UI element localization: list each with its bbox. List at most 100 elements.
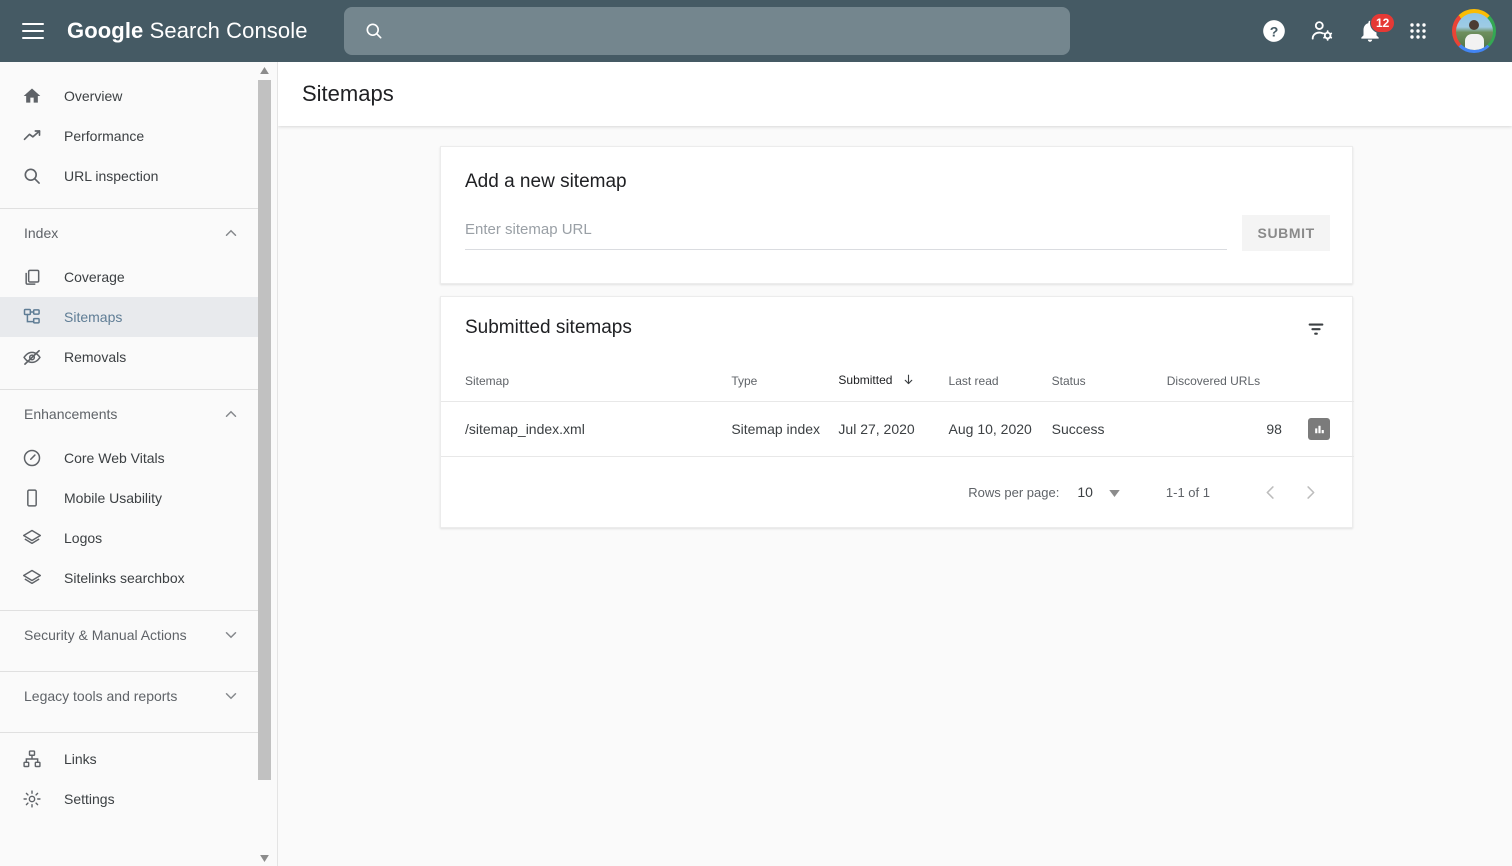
- column-header-sitemap[interactable]: Sitemap: [441, 359, 731, 402]
- apps-grid-icon[interactable]: [1394, 7, 1442, 55]
- sidebar-divider: [0, 732, 260, 733]
- chevron-down-icon: [222, 687, 240, 705]
- sitemap-url-field[interactable]: [465, 221, 1227, 250]
- sidebar-item-label: Sitemaps: [64, 309, 122, 325]
- submitted-sitemaps-header: Submitted sitemaps: [441, 297, 1352, 359]
- sitemap-icon: [20, 305, 44, 329]
- sidebar-scrollbar[interactable]: [258, 62, 271, 866]
- help-icon[interactable]: ?: [1250, 7, 1298, 55]
- cell-sitemap[interactable]: /sitemap_index.xml: [441, 402, 731, 457]
- sidebar-item-label: Mobile Usability: [64, 490, 162, 506]
- sidebar-item-settings[interactable]: Settings: [0, 779, 260, 819]
- sidebar-item-url-inspection[interactable]: URL inspection: [0, 156, 260, 196]
- cell-submitted: Jul 27, 2020: [838, 402, 948, 457]
- add-sitemap-title: Add a new sitemap: [465, 171, 1352, 193]
- notifications-bell-icon[interactable]: 12: [1346, 7, 1394, 55]
- sidebar-group-label: Security & Manual Actions: [24, 627, 187, 643]
- sidebar-item-overview[interactable]: Overview: [0, 76, 260, 116]
- sidebar-item-coverage[interactable]: Coverage: [0, 257, 260, 297]
- main-content: Add a new sitemap SUBMIT Submitted sitem…: [278, 126, 1512, 866]
- avatar-head: [1469, 20, 1479, 30]
- mobile-icon: [20, 486, 44, 510]
- hamburger-icon[interactable]: [22, 19, 46, 43]
- rows-per-page-value: 10: [1077, 484, 1093, 500]
- sidebar-item-sitemaps[interactable]: Sitemaps: [0, 297, 260, 337]
- scrollbar-thumb[interactable]: [258, 80, 271, 780]
- chevron-up-icon: [222, 405, 240, 423]
- sidebar-group-index[interactable]: Index: [0, 209, 260, 257]
- layers-icon: [20, 526, 44, 550]
- sidebar-item-label: Performance: [64, 128, 144, 144]
- sidebar-group-legacy-tools[interactable]: Legacy tools and reports: [0, 672, 260, 720]
- sidebar-item-removals[interactable]: Removals: [0, 337, 260, 377]
- rows-per-page-select[interactable]: 10: [1077, 484, 1120, 500]
- search-icon: [364, 21, 384, 41]
- column-header-actions: [1282, 359, 1354, 402]
- submitted-sitemaps-title: Submitted sitemaps: [465, 317, 632, 339]
- home-icon: [20, 84, 44, 108]
- sidebar: Overview Performance URL inspection Inde…: [0, 62, 278, 866]
- arrow-down-icon: [902, 373, 915, 389]
- sidebar-group-enhancements[interactable]: Enhancements: [0, 390, 260, 438]
- links-icon: [20, 747, 44, 771]
- notifications-badge: 12: [1370, 13, 1395, 33]
- column-header-submitted-label: Submitted: [838, 373, 892, 387]
- avatar-body: [1465, 34, 1484, 50]
- cell-actions: [1282, 402, 1354, 457]
- scroll-up-arrow-icon[interactable]: [258, 62, 271, 78]
- column-header-discovered-urls[interactable]: Discovered URLs: [1167, 359, 1282, 402]
- sidebar-item-label: Settings: [64, 791, 115, 807]
- avatar[interactable]: [1452, 9, 1496, 53]
- sidebar-item-sitelinks-searchbox[interactable]: Sitelinks searchbox: [0, 558, 260, 598]
- bar-chart-icon[interactable]: [1308, 418, 1330, 440]
- sidebar-item-core-web-vitals[interactable]: Core Web Vitals: [0, 438, 260, 478]
- add-sitemap-card: Add a new sitemap SUBMIT: [440, 146, 1353, 284]
- table-header-row: Sitemap Type Submitted Last read Status …: [441, 359, 1354, 402]
- submitted-sitemaps-card: Submitted sitemaps Sitemap Type Submitte…: [440, 296, 1353, 528]
- sidebar-item-label: Removals: [64, 349, 126, 365]
- column-header-type[interactable]: Type: [731, 359, 838, 402]
- sidebar-group-label: Legacy tools and reports: [24, 688, 177, 704]
- account-settings-icon[interactable]: [1298, 7, 1346, 55]
- sidebar-scroll-area: Overview Performance URL inspection Inde…: [0, 62, 260, 866]
- page-title: Sitemaps: [302, 81, 394, 107]
- status-badge: Success: [1052, 402, 1167, 457]
- sidebar-item-logos[interactable]: Logos: [0, 518, 260, 558]
- submit-button[interactable]: SUBMIT: [1242, 215, 1330, 251]
- sidebar-item-mobile-usability[interactable]: Mobile Usability: [0, 478, 260, 518]
- chevron-right-icon[interactable]: [1290, 472, 1330, 512]
- scroll-down-arrow-icon[interactable]: [258, 850, 271, 866]
- column-header-submitted[interactable]: Submitted: [838, 359, 948, 402]
- header-actions: ? 12: [1250, 0, 1496, 62]
- chevron-down-icon: [222, 626, 240, 644]
- column-header-status[interactable]: Status: [1052, 359, 1167, 402]
- sitemap-url-input[interactable]: [465, 221, 1227, 238]
- hamburger-line: [22, 23, 44, 25]
- sitemaps-table: Sitemap Type Submitted Last read Status …: [441, 359, 1354, 457]
- sidebar-item-label: URL inspection: [64, 168, 158, 184]
- search-box[interactable]: [344, 7, 1070, 55]
- hamburger-line: [22, 37, 44, 39]
- speedometer-icon: [20, 446, 44, 470]
- brand-title[interactable]: Google Search Console: [67, 18, 308, 44]
- svg-text:?: ?: [1270, 23, 1279, 39]
- hamburger-line: [22, 30, 44, 32]
- sidebar-group-security-manual-actions[interactable]: Security & Manual Actions: [0, 611, 260, 659]
- chevron-left-icon[interactable]: [1250, 472, 1290, 512]
- sidebar-item-label: Logos: [64, 530, 102, 546]
- column-header-last-read[interactable]: Last read: [949, 359, 1052, 402]
- table-row[interactable]: /sitemap_index.xml Sitemap index Jul 27,…: [441, 402, 1354, 457]
- pagination-range: 1-1 of 1: [1166, 485, 1210, 500]
- sidebar-item-label: Core Web Vitals: [64, 450, 165, 466]
- sidebar-group-label: Enhancements: [24, 406, 117, 422]
- cell-discovered-urls: 98: [1167, 402, 1282, 457]
- filter-icon[interactable]: [1296, 309, 1336, 349]
- sidebar-item-links[interactable]: Links: [0, 739, 260, 779]
- sidebar-item-performance[interactable]: Performance: [0, 116, 260, 156]
- cell-type: Sitemap index: [731, 402, 838, 457]
- sidebar-group-label: Index: [24, 225, 58, 241]
- brand-search-console: Search Console: [143, 18, 307, 43]
- search-input[interactable]: [398, 23, 1018, 40]
- sitemaps-table-body: /sitemap_index.xml Sitemap index Jul 27,…: [441, 402, 1354, 457]
- layers-icon: [20, 566, 44, 590]
